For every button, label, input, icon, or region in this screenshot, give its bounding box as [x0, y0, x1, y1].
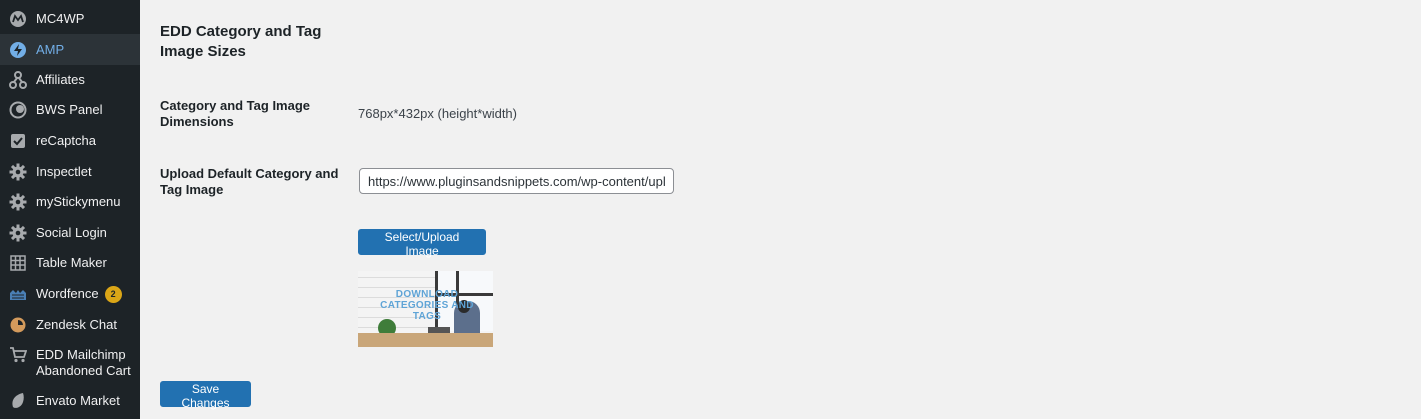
- amp-bolt-icon: [0, 41, 36, 59]
- admin-sidebar: MC4WP AMP Affiliates BWS Panel reCaptcha…: [0, 0, 140, 419]
- bws-panel-icon: [0, 101, 36, 119]
- sidebar-item-mystickymenu[interactable]: myStickymenu: [0, 191, 140, 213]
- sidebar-item-label: BWS Panel: [36, 102, 103, 117]
- sidebar-item-wordfence[interactable]: Wordfence 2: [0, 283, 140, 305]
- sidebar-item-bws-panel[interactable]: BWS Panel: [0, 99, 140, 121]
- sidebar-item-amp[interactable]: AMP: [0, 34, 140, 65]
- envato-leaf-icon: [0, 392, 36, 410]
- section-title: EDD Category and Tag Image Sizes: [160, 23, 322, 60]
- sidebar-item-inspectlet[interactable]: Inspectlet: [0, 161, 140, 183]
- sidebar-item-label: Envato Market: [36, 393, 120, 408]
- sidebar-item-label: Zendesk Chat: [36, 317, 117, 332]
- wordfence-icon: [0, 287, 36, 301]
- sidebar-item-label: Social Login: [36, 225, 107, 240]
- settings-content: EDD Category and Tag Image Sizes Categor…: [140, 0, 1421, 419]
- sidebar-item-edd-mailchimp[interactable]: EDD Mailchimp Abandoned Cart: [0, 347, 140, 379]
- sidebar-item-zendesk-chat[interactable]: Zendesk Chat: [0, 314, 140, 336]
- sidebar-item-label: reCaptcha: [36, 133, 96, 148]
- sidebar-item-label: MC4WP: [36, 11, 85, 26]
- sidebar-item-label: EDD Mailchimp Abandoned Cart: [36, 347, 131, 378]
- sidebar-item-recaptcha[interactable]: reCaptcha: [0, 130, 140, 152]
- sidebar-item-envato-market[interactable]: Envato Market: [0, 390, 140, 412]
- mc4wp-icon: [0, 10, 36, 28]
- notification-badge: 2: [104, 285, 122, 303]
- gear-icon: [0, 163, 36, 181]
- save-changes-button[interactable]: Save Changes: [160, 381, 251, 410]
- preview-overlay-text: DOWNLOAD CATEGORIES AND TAGS: [380, 289, 474, 322]
- dimensions-value: 768px*432px (height*width): [358, 106, 517, 121]
- default-image-preview: DOWNLOAD CATEGORIES AND TAGS: [358, 271, 493, 347]
- sidebar-item-mc4wp[interactable]: MC4WP: [0, 8, 140, 30]
- sidebar-item-label: Affiliates: [36, 72, 85, 87]
- gear-icon: [0, 224, 36, 242]
- sidebar-item-label: AMP: [36, 41, 65, 57]
- gear-icon: [0, 193, 36, 211]
- dimensions-label: Category and Tag Image Dimensions: [160, 98, 311, 129]
- table-grid-icon: [0, 255, 36, 271]
- sidebar-item-table-maker[interactable]: Table Maker: [0, 252, 140, 274]
- sidebar-item-label: Table Maker: [36, 255, 107, 270]
- image-url-input[interactable]: [359, 168, 674, 194]
- zendesk-chat-icon: [0, 316, 36, 334]
- sidebar-item-affiliates[interactable]: Affiliates: [0, 69, 140, 91]
- sidebar-item-label: Inspectlet: [36, 164, 92, 179]
- cart-icon: [0, 347, 36, 363]
- select-upload-image-button[interactable]: Select/Upload Image: [358, 229, 486, 258]
- recaptcha-check-icon: [0, 133, 36, 149]
- sidebar-item-social-login[interactable]: Social Login: [0, 222, 140, 244]
- sidebar-item-label: myStickymenu: [36, 194, 121, 209]
- sidebar-item-label: Wordfence: [36, 286, 99, 301]
- affiliates-icon: [0, 71, 36, 89]
- preview-desk: [358, 333, 493, 347]
- upload-image-label: Upload Default Category and Tag Image: [160, 166, 339, 197]
